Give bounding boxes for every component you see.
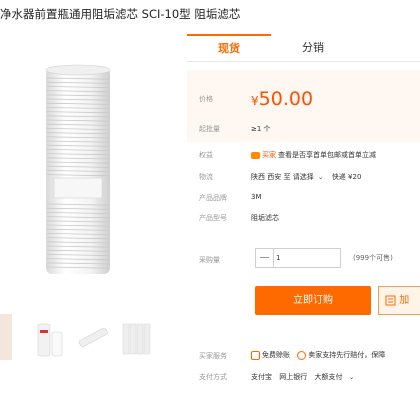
price-value: ¥50.00 (251, 88, 313, 110)
price-label: 价格 (199, 95, 213, 103)
shipping-origin: 陕西 西安 (251, 173, 282, 181)
model-label: 产品型号 (199, 214, 227, 222)
quantity-available: (999个可售) (353, 254, 393, 262)
services-list: 免费赊账 卖家支持先行赔付，保障 (251, 350, 385, 360)
brand-value: 3M (251, 193, 262, 201)
currency-symbol: ¥ (251, 94, 259, 108)
shipping-express: 快递 ¥20 (331, 173, 362, 181)
model-value: 阻垢滤芯 (251, 214, 279, 222)
payment-label: 支付方式 (199, 373, 227, 381)
cart-icon (385, 295, 396, 305)
credit-icon (251, 350, 260, 360)
shipping-label: 物流 (199, 173, 213, 181)
moq-value: ≥1 个 (251, 125, 271, 133)
payment-methods: 支付宝 网上银行 大额支付 ⌄ (251, 372, 355, 382)
rights-icon (251, 151, 260, 159)
rights-text: 查看是否享首单包邮或首单立减 (278, 151, 376, 159)
rights-label: 权益 (199, 151, 213, 159)
service-item-1[interactable]: 免费赊账 (262, 351, 290, 359)
rights-info[interactable]: 买家 查看是否享首单包邮或首单立减 (251, 150, 376, 160)
thumbnail-1[interactable] (0, 314, 12, 360)
thumbnail-3[interactable] (74, 314, 112, 360)
quantity-label: 采购量 (199, 256, 220, 264)
payment-method-large: 大额支付 (314, 373, 343, 381)
services-label: 买家服务 (199, 352, 227, 360)
brand-label: 产品品牌 (199, 194, 227, 202)
thumbnail-strip (0, 314, 175, 364)
expand-payment-chevron-icon[interactable]: ⌄ (349, 373, 355, 381)
add-to-cart-button[interactable]: 加 (378, 286, 420, 315)
thumbnail-2[interactable] (30, 314, 68, 360)
product-main-image[interactable] (0, 46, 155, 278)
rights-tag: 买家 (262, 151, 276, 159)
quantity-input[interactable] (276, 252, 336, 264)
purchase-panel: 价格 ¥50.00 起批量 ≥1 个 权益 买家 查看是否享首单包邮或首单立减 物… (187, 62, 420, 420)
buy-now-button[interactable]: 立即订购 (255, 286, 371, 315)
tab-distribution[interactable]: 分销 (271, 34, 355, 62)
tab-in-stock[interactable]: 现货 (187, 34, 271, 62)
shipping-info: 陕西 西安 至 请选择 ⌄ 快递 ¥20 (251, 172, 361, 182)
quantity-decrease-button[interactable]: — (256, 249, 274, 267)
chevron-down-icon[interactable]: ⌄ (318, 173, 324, 181)
quantity-stepper: — (255, 248, 341, 268)
purchase-mode-tabs: 现货 分销 (187, 34, 420, 62)
service-item-2[interactable]: 卖家支持先行赔付，保障 (308, 351, 385, 359)
product-title: 净水器前置瓶通用阻垢滤芯 SCI-10型 阻垢滤芯 (0, 7, 241, 21)
thumbnail-4[interactable] (118, 314, 156, 360)
shield-icon (297, 350, 307, 360)
payment-method-bank: 网上银行 (279, 373, 308, 381)
shipping-to: 至 (283, 173, 291, 181)
filter-cartridge-image (45, 64, 111, 274)
payment-method-alipay: 支付宝 (251, 373, 272, 381)
add-to-cart-label: 加 (399, 295, 410, 306)
price-box: 价格 ¥50.00 起批量 ≥1 个 (187, 70, 420, 142)
price-number: 50.00 (258, 88, 314, 110)
moq-label: 起批量 (199, 125, 220, 133)
shipping-destination-select[interactable]: 请选择 (293, 173, 314, 181)
